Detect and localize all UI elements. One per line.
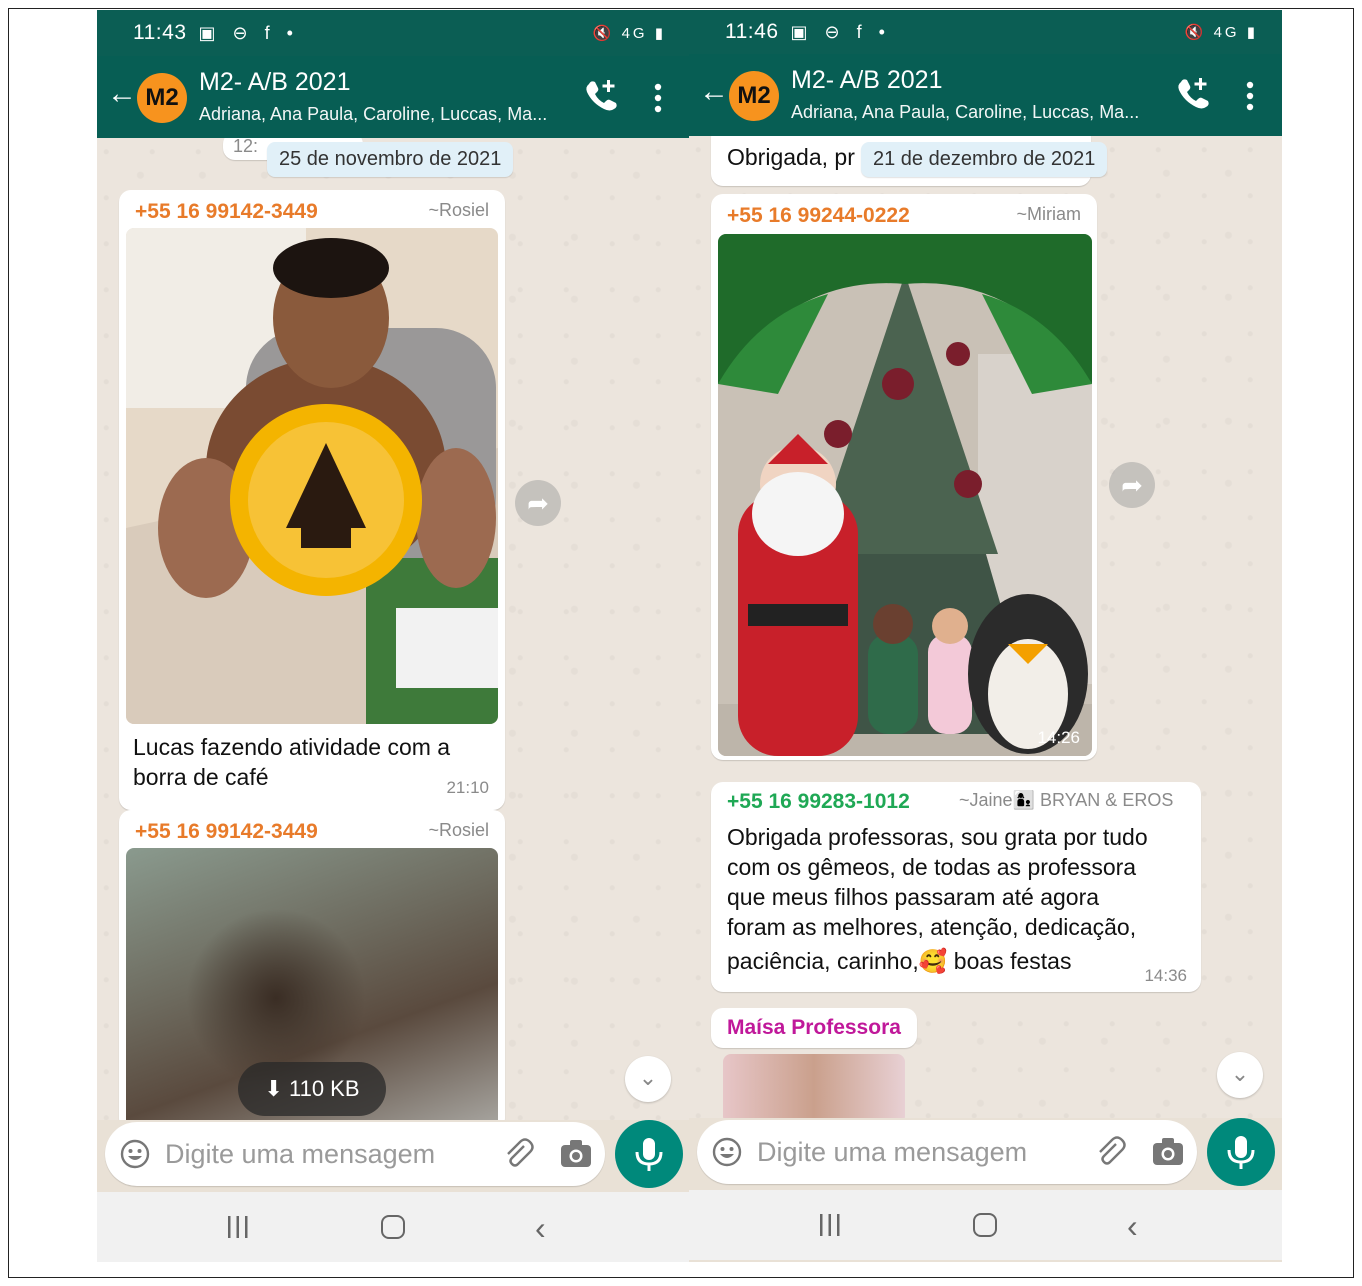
nav-back-icon[interactable]: ‹ xyxy=(535,1210,546,1247)
voice-message-button[interactable] xyxy=(615,1120,683,1188)
blurred-shape xyxy=(186,908,366,1088)
message-text-line: borra de café xyxy=(133,764,269,790)
sender-phone[interactable]: +55 16 99142-3449 xyxy=(135,820,318,844)
voice-message-button[interactable] xyxy=(1207,1118,1275,1186)
camera-icon[interactable] xyxy=(1151,1135,1185,1167)
chat-title[interactable]: M2- A/B 2021 xyxy=(791,66,942,95)
back-arrow-icon[interactable]: ← xyxy=(699,74,729,110)
sender-phone[interactable]: +55 16 99283-1012 xyxy=(727,790,910,814)
phone-screen-right: 11:46 ▣ ⊖ f • 🔇 4G ▮ ← M2 M2- A/B 2021 A… xyxy=(689,10,1282,1262)
photo-christmas-santa xyxy=(718,234,1092,756)
blurred-photo-preview[interactable]: ⬇ 110 KB xyxy=(126,848,498,1120)
group-avatar[interactable]: M2 xyxy=(137,73,187,123)
sender-name: ~Rosiel xyxy=(428,820,489,840)
more-options-icon[interactable] xyxy=(1235,76,1265,116)
status-time: 11:46 xyxy=(725,20,779,43)
shared-photo[interactable]: 14:26 xyxy=(718,234,1092,756)
message-bubble[interactable]: +55 16 99142-3449 ~Rosiel Lucas fazendo … xyxy=(119,190,505,810)
signal-battery-icons: 🔇 4G ▮ xyxy=(1184,24,1258,41)
message-composer xyxy=(105,1122,605,1186)
message-text-line: Lucas fazendo atividade com a xyxy=(133,734,451,760)
emoji-icon[interactable] xyxy=(119,1138,151,1170)
message-bubble[interactable]: +55 16 99283-1012 ~Jaine👩‍👦 BRYAN & EROS… xyxy=(711,782,1201,992)
status-bar: 11:46 ▣ ⊖ f • 🔇 4G ▮ xyxy=(689,10,1282,54)
sender-phone[interactable]: +55 16 99244-0222 xyxy=(727,204,910,228)
microphone-icon xyxy=(635,1138,663,1171)
signal-battery-icons: 🔇 4G ▮ xyxy=(592,25,666,42)
message-input[interactable] xyxy=(757,1132,1077,1172)
message-bubble[interactable]: +55 16 99142-3449 ~Rosiel ⬇ 110 KB xyxy=(119,810,505,1120)
chat-header: ← M2 M2- A/B 2021 Adriana, Ana Paula, Ca… xyxy=(689,54,1282,136)
chat-title[interactable]: M2- A/B 2021 xyxy=(199,68,350,97)
message-text-line: foram as melhores, atenção, dedicação, xyxy=(727,914,1137,940)
group-avatar[interactable]: M2 xyxy=(729,71,779,121)
message-bubble[interactable]: +55 16 99244-0222 ~Miriam 14:26 xyxy=(711,194,1097,760)
attach-icon[interactable] xyxy=(1092,1134,1126,1168)
chat-messages[interactable]: Obrigada, pr 21 de dezembro de 2021 +55 … xyxy=(689,136,1282,1118)
shared-photo[interactable] xyxy=(126,228,498,724)
emoji-icon[interactable] xyxy=(711,1136,743,1168)
more-options-icon[interactable] xyxy=(643,78,673,118)
message-composer xyxy=(697,1120,1197,1184)
system-nav-bar: ‹ xyxy=(689,1190,1282,1260)
attach-icon[interactable] xyxy=(500,1136,534,1170)
download-button[interactable]: ⬇ 110 KB xyxy=(238,1062,386,1116)
message-text-line: que meus filhos passaram até agora xyxy=(727,884,1100,910)
message-bubble[interactable]: Maísa Professora xyxy=(711,1008,917,1048)
notification-icons: ▣ ⊖ f • xyxy=(198,22,299,43)
camera-icon[interactable] xyxy=(559,1137,593,1169)
message-text-line: Obrigada professoras, sou grata por tudo xyxy=(727,824,1148,850)
sender-name: ~Jaine👩‍👦 BRYAN & EROS xyxy=(959,790,1174,810)
scroll-down-icon[interactable]: ⌄ xyxy=(625,1056,671,1102)
home-icon[interactable] xyxy=(973,1213,997,1237)
phone-screen-left: 11:43 ▣ ⊖ f • 🔇 4G ▮ ← M2 M2- A/B 2021 A… xyxy=(97,10,690,1262)
sender-name: ~Miriam xyxy=(1016,204,1081,224)
status-time: 11:43 xyxy=(133,21,187,44)
microphone-icon xyxy=(1227,1136,1255,1169)
chat-participants[interactable]: Adriana, Ana Paula, Caroline, Luccas, Ma… xyxy=(791,102,1139,123)
download-icon: ⬇ xyxy=(264,1076,283,1101)
date-divider: 25 de novembro de 2021 xyxy=(267,142,514,177)
date-divider: 21 de dezembro de 2021 xyxy=(861,142,1108,177)
photo-child-activity xyxy=(126,228,498,724)
sender-name[interactable]: Maísa Professora xyxy=(727,1016,901,1040)
photo-time: 14:26 xyxy=(1037,728,1080,747)
home-icon[interactable] xyxy=(381,1215,405,1239)
message-text-line: com os gêmeos, de todas as professora xyxy=(727,854,1137,880)
message-time: 21:10 xyxy=(446,778,489,797)
system-nav-bar: ‹ xyxy=(97,1192,690,1262)
message-input[interactable] xyxy=(165,1134,485,1174)
scroll-down-icon[interactable]: ⌄ xyxy=(1217,1052,1263,1098)
status-bar: 11:43 ▣ ⊖ f • 🔇 4G ▮ xyxy=(97,10,690,56)
forward-icon[interactable]: ➦ xyxy=(1109,462,1155,508)
chat-participants[interactable]: Adriana, Ana Paula, Caroline, Luccas, Ma… xyxy=(199,104,547,125)
sender-phone[interactable]: +55 16 99142-3449 xyxy=(135,200,318,224)
back-arrow-icon[interactable]: ← xyxy=(107,76,137,112)
forward-icon[interactable]: ➦ xyxy=(515,480,561,526)
message-time: 14:36 xyxy=(1144,966,1187,985)
chat-header: ← M2 M2- A/B 2021 Adriana, Ana Paula, Ca… xyxy=(97,56,690,138)
nav-back-icon[interactable]: ‹ xyxy=(1127,1208,1138,1245)
recents-icon[interactable] xyxy=(225,1216,251,1238)
notification-icons: ▣ ⊖ f • xyxy=(790,21,891,42)
chat-messages[interactable]: 12: 25 de novembro de 2021 +55 16 99142-… xyxy=(97,138,690,1120)
sender-name: ~Rosiel xyxy=(428,200,489,220)
add-call-icon[interactable] xyxy=(581,74,621,118)
blurred-photo-preview[interactable] xyxy=(723,1054,905,1118)
recents-icon[interactable] xyxy=(817,1214,843,1236)
add-call-icon[interactable] xyxy=(1173,72,1213,116)
message-text-line: paciência, carinho,🥰 boas festas xyxy=(727,948,1072,974)
download-size: 110 KB xyxy=(289,1076,360,1101)
